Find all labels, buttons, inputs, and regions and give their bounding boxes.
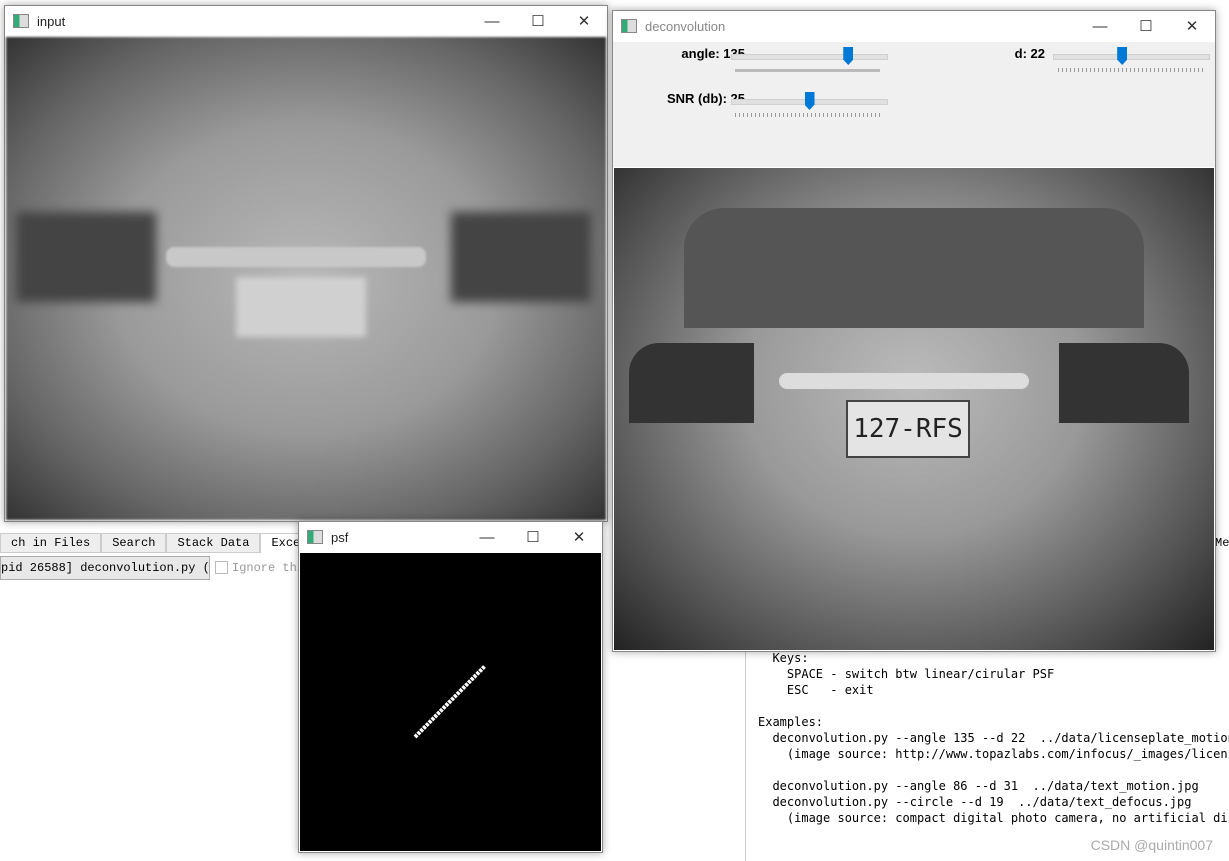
- minimize-button[interactable]: —: [1077, 18, 1123, 35]
- d-slider[interactable]: [1053, 47, 1210, 65]
- maximize-button[interactable]: ☐: [1123, 17, 1169, 35]
- license-plate: 127-RFS: [846, 400, 970, 458]
- app-icon: [621, 19, 637, 33]
- console-line: (image source: compact digital photo cam…: [786, 811, 1229, 825]
- d-slider-thumb[interactable]: [1117, 47, 1128, 65]
- snr-slider-thumb[interactable]: [804, 92, 815, 110]
- close-button[interactable]: ✕: [561, 12, 607, 30]
- tab-search[interactable]: Search: [101, 533, 167, 553]
- console-line: (image source: http://www.topazlabs.com/…: [758, 747, 1229, 761]
- console-line: deconvolution.py --angle 135 --d 22 ../d…: [758, 731, 1229, 745]
- title-bar[interactable]: psf — ☐ ✕: [299, 522, 602, 552]
- console-line: deconvolution.py --angle 86 --d 31 ../da…: [758, 779, 1199, 793]
- input-window: input — ☐ ✕: [4, 5, 608, 522]
- console-line: deconvolution.py --circle --d 19 ../data…: [758, 795, 1192, 809]
- angle-slider[interactable]: [731, 47, 888, 65]
- maximize-button[interactable]: ☐: [510, 528, 556, 546]
- tab-stack-data[interactable]: Stack Data: [166, 533, 261, 553]
- title-bar[interactable]: deconvolution — ☐ ✕: [613, 11, 1215, 41]
- snr-slider[interactable]: [731, 92, 888, 110]
- console-line: Keys:: [758, 651, 809, 665]
- tab-find-in-files[interactable]: ch in Files: [0, 533, 102, 553]
- console-line: SPACE - switch btw linear/cirular PSF: [758, 667, 1055, 681]
- ignore-checkbox[interactable]: Ignore this: [215, 561, 311, 575]
- angle-slider-thumb[interactable]: [843, 47, 854, 65]
- console-output: Keys: SPACE - switch btw linear/cirular …: [745, 650, 1229, 861]
- console-line: ESC - exit: [758, 683, 874, 697]
- app-icon: [307, 530, 323, 544]
- snr-slider-ticks: [735, 113, 880, 117]
- tab-right[interactable]: Me: [1215, 536, 1229, 550]
- angle-label: angle: 135: [681, 46, 745, 61]
- blurred-input-image: [6, 37, 606, 520]
- watermark: CSDN @quintin007: [1090, 837, 1213, 853]
- psf-line: [413, 664, 487, 739]
- psf-image: [300, 553, 601, 851]
- deconvolution-window: deconvolution — ☐ ✕ angle: 135 d: 22 SNR…: [612, 10, 1216, 652]
- deconvolved-image: 127-RFS: [614, 168, 1214, 650]
- process-dropdown[interactable]: pid 26588] deconvolution.py (runn: [0, 556, 210, 580]
- angle-slider-ticks: [735, 69, 880, 72]
- minimize-button[interactable]: —: [464, 529, 510, 546]
- snr-label: SNR (db): 25: [667, 91, 745, 106]
- close-button[interactable]: ✕: [1169, 17, 1215, 35]
- window-title: deconvolution: [645, 18, 726, 34]
- trackbar-panel: angle: 135 d: 22 SNR (db): 25: [613, 42, 1215, 167]
- checkbox-box[interactable]: [215, 561, 228, 575]
- window-title: psf: [331, 529, 349, 545]
- d-label: d: 22: [1014, 46, 1045, 61]
- window-title: input: [37, 13, 66, 29]
- minimize-button[interactable]: —: [469, 13, 515, 30]
- psf-window: psf — ☐ ✕: [298, 521, 603, 853]
- process-dropdown-value: pid 26588] deconvolution.py (runn: [1, 561, 210, 575]
- d-slider-ticks: [1058, 68, 1203, 72]
- app-icon: [13, 14, 29, 28]
- maximize-button[interactable]: ☐: [515, 12, 561, 30]
- close-button[interactable]: ✕: [556, 528, 602, 546]
- console-line: Examples:: [758, 715, 824, 729]
- title-bar[interactable]: input — ☐ ✕: [5, 6, 607, 36]
